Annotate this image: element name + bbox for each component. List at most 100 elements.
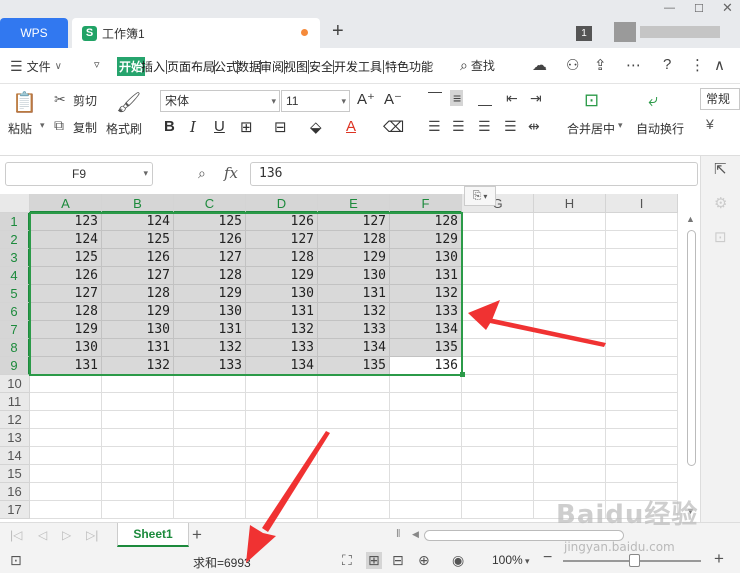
decrease-font-icon[interactable]: A⁻ [384, 90, 402, 108]
cell-g8[interactable] [462, 339, 534, 357]
cell-c10[interactable] [174, 375, 246, 393]
justify-icon[interactable]: ☰ [504, 118, 517, 135]
chevron-down-icon[interactable]: ▾ [40, 120, 45, 131]
cell-f15[interactable] [390, 465, 462, 483]
vertical-scrollbar[interactable]: ▲ ▼ [682, 194, 700, 522]
cell-g10[interactable] [462, 375, 534, 393]
collapse-ribbon-icon[interactable]: ∧ [714, 56, 725, 74]
cell-e17[interactable] [318, 501, 390, 519]
tab-features[interactable]: 特色功能 [385, 58, 433, 75]
cell-i6[interactable] [606, 303, 678, 321]
prev-sheet-icon[interactable]: ◁ [38, 528, 47, 542]
cell-f13[interactable] [390, 429, 462, 447]
cell-d3[interactable]: 128 [246, 249, 318, 267]
cell-d7[interactable]: 132 [246, 321, 318, 339]
search-button[interactable]: ⌕ 查找 [460, 57, 495, 74]
close-icon[interactable]: ✕ [722, 0, 733, 16]
indent-left-icon[interactable]: ⇤ [506, 90, 518, 107]
row-header-12[interactable]: 12 [0, 411, 30, 429]
cell-d1[interactable]: 126 [246, 213, 318, 231]
row-header-15[interactable]: 15 [0, 465, 30, 483]
increase-font-icon[interactable]: A⁺ [357, 90, 375, 108]
column-header-i[interactable]: I [606, 194, 678, 213]
cell-a6[interactable]: 128 [30, 303, 102, 321]
chevron-down-icon[interactable]: ▾ [618, 120, 623, 131]
cell-g14[interactable] [462, 447, 534, 465]
cell-h10[interactable] [534, 375, 606, 393]
font-color-icon[interactable]: A [346, 118, 356, 135]
cell-i2[interactable] [606, 231, 678, 249]
align-middle-icon[interactable]: ≡ [450, 90, 464, 106]
cell-h14[interactable] [534, 447, 606, 465]
row-header-11[interactable]: 11 [0, 393, 30, 411]
file-menu[interactable]: ☰ 文件 ∨ [10, 58, 62, 75]
cell-h12[interactable] [534, 411, 606, 429]
macro-record-icon[interactable]: ⊡ [10, 552, 22, 569]
settings-icon[interactable]: ⚙ [714, 194, 727, 212]
cell-h2[interactable] [534, 231, 606, 249]
page-break-view-icon[interactable]: ⊟ [392, 552, 404, 569]
name-box[interactable]: F9 ▾ [5, 162, 153, 186]
cell-i11[interactable] [606, 393, 678, 411]
more-options-icon[interactable]: ⋯ [626, 56, 641, 74]
vertical-scroll-thumb[interactable] [687, 230, 696, 466]
cell-c13[interactable] [174, 429, 246, 447]
cell-g15[interactable] [462, 465, 534, 483]
cell-i7[interactable] [606, 321, 678, 339]
cell-a11[interactable] [30, 393, 102, 411]
scroll-up-icon[interactable]: ▲ [686, 214, 695, 224]
cell-a9[interactable]: 131 [30, 357, 102, 375]
normal-view-icon[interactable]: ⊞ [366, 552, 382, 569]
cell-g3[interactable] [462, 249, 534, 267]
align-top-icon[interactable]: ⎺ [428, 90, 442, 107]
copy-icon[interactable]: ⧉ [54, 117, 64, 134]
cell-a17[interactable] [30, 501, 102, 519]
row-header-2[interactable]: 2 [0, 231, 30, 249]
cell-d13[interactable] [246, 429, 318, 447]
cell-b8[interactable]: 131 [102, 339, 174, 357]
cell-a2[interactable]: 124 [30, 231, 102, 249]
cell-a3[interactable]: 125 [30, 249, 102, 267]
cell-a13[interactable] [30, 429, 102, 447]
cell-f4[interactable]: 131 [390, 267, 462, 285]
copy-button[interactable]: 复制 [73, 119, 97, 136]
cloud-icon[interactable]: ☁ [532, 56, 547, 74]
tab-review[interactable]: 审阅 [260, 58, 284, 75]
paste-icon[interactable]: 📋 [12, 90, 37, 115]
cell-d2[interactable]: 127 [246, 231, 318, 249]
cell-d10[interactable] [246, 375, 318, 393]
currency-icon[interactable]: ¥ [706, 116, 714, 132]
distributed-icon[interactable]: ⇹ [528, 118, 540, 135]
cell-c12[interactable] [174, 411, 246, 429]
cell-b13[interactable] [102, 429, 174, 447]
cell-f5[interactable]: 132 [390, 285, 462, 303]
row-header-1[interactable]: 1 [0, 213, 30, 231]
cell-e9[interactable]: 135 [318, 357, 390, 375]
cell-f9[interactable]: 136 [390, 357, 462, 375]
cell-f14[interactable] [390, 447, 462, 465]
cell-c16[interactable] [174, 483, 246, 501]
cell-f1[interactable]: 128 [390, 213, 462, 231]
align-bottom-icon[interactable]: ⎽ [478, 90, 492, 107]
cell-c9[interactable]: 133 [174, 357, 246, 375]
cell-b6[interactable]: 129 [102, 303, 174, 321]
column-header-h[interactable]: H [534, 194, 606, 213]
cell-d12[interactable] [246, 411, 318, 429]
tab-view[interactable]: 视图 [284, 58, 308, 75]
cell-c3[interactable]: 127 [174, 249, 246, 267]
tab-developer[interactable]: 开发工具 [334, 58, 382, 75]
cell-h11[interactable] [534, 393, 606, 411]
cell-b4[interactable]: 127 [102, 267, 174, 285]
zoom-level[interactable]: 100% [492, 553, 523, 567]
cell-d15[interactable] [246, 465, 318, 483]
cell-i8[interactable] [606, 339, 678, 357]
cell-b12[interactable] [102, 411, 174, 429]
user-avatar[interactable] [614, 22, 636, 42]
maximize-icon[interactable]: ☐ [694, 2, 704, 15]
document-tab[interactable]: S 工作簿1 [72, 18, 320, 48]
cell-b14[interactable] [102, 447, 174, 465]
cell-d4[interactable]: 129 [246, 267, 318, 285]
font-size-select[interactable]: 11 ▾ [281, 90, 350, 112]
eye-protection-icon[interactable]: ◉ [452, 552, 464, 569]
cell-h7[interactable] [534, 321, 606, 339]
